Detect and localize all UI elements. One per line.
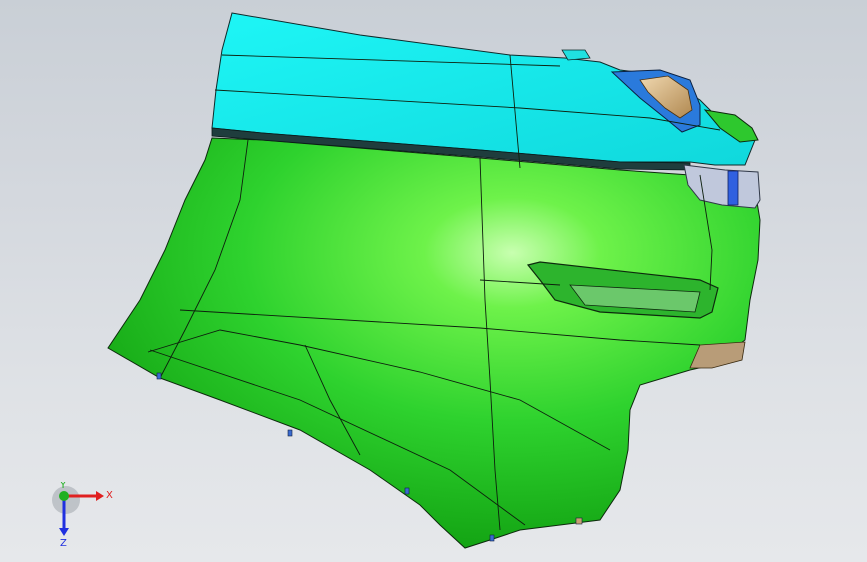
fender-3d-model[interactable] [0,0,867,562]
x-axis-label: X [106,490,113,501]
cad-graphics-viewport[interactable]: X Y Z [0,0,867,562]
y-axis-label: Y [59,482,67,491]
marker-blue-strip [727,170,739,206]
orientation-triad[interactable]: X Y Z [44,482,124,552]
z-axis-head [59,528,69,536]
y-axis-dot [59,491,69,501]
z-axis-label: Z [60,538,67,549]
x-axis-head [96,491,104,501]
